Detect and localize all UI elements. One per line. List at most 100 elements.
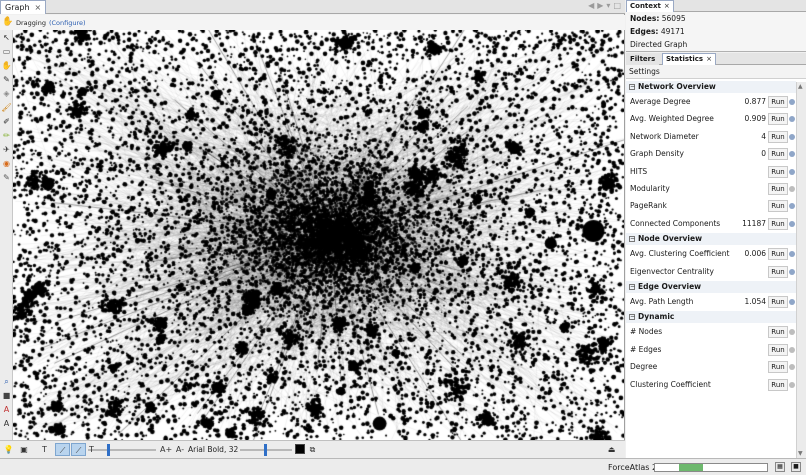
rect-select-icon[interactable]: ▭ — [1, 46, 12, 57]
text-toggle-icon[interactable]: T — [39, 443, 50, 456]
drag-hand-icon[interactable]: ✋ — [1, 60, 12, 71]
stat-name: Degree — [630, 362, 658, 372]
label-color-swatch[interactable] — [295, 444, 305, 454]
arrow-select-icon[interactable]: ↖ — [1, 32, 12, 43]
run-button[interactable]: Run — [768, 165, 788, 178]
help-icon[interactable] — [789, 151, 795, 158]
help-icon[interactable] — [789, 299, 795, 305]
run-button[interactable]: Run — [768, 326, 788, 339]
section-header[interactable]: − Dynamic — [626, 311, 796, 324]
layout-settings-icon[interactable]: ▦ — [775, 462, 785, 472]
stat-row: Eigenvector Centrality Run — [626, 264, 796, 280]
maximize-icon[interactable]: □ — [613, 1, 621, 10]
status-dot-icon — [789, 381, 795, 388]
help-icon[interactable] — [789, 268, 795, 275]
text-color-icon[interactable]: A — [1, 404, 12, 415]
run-button[interactable]: Run — [768, 113, 788, 126]
collapse-icon[interactable]: − — [629, 236, 635, 243]
run-button[interactable]: Run — [768, 248, 788, 261]
pencil-icon[interactable]: ✎ — [1, 74, 12, 85]
stat-row: Avg. Clustering Coefficient 0.006 Run — [626, 246, 796, 262]
close-icon[interactable]: × — [664, 2, 670, 10]
help-icon[interactable] — [789, 203, 795, 210]
zoom-icon[interactable]: ⌕ — [1, 376, 12, 387]
nav-left-icon[interactable]: ◀ — [588, 1, 594, 10]
run-button[interactable]: Run — [768, 96, 788, 108]
painter-icon[interactable]: ✏ — [1, 130, 12, 141]
stat-name: Avg. Weighted Degree — [630, 114, 714, 124]
shortest-path-icon[interactable]: ✈ — [1, 144, 12, 155]
run-button[interactable]: Run — [768, 148, 788, 161]
run-button[interactable]: Run — [768, 200, 788, 213]
run-button[interactable]: Run — [768, 265, 788, 278]
section-header[interactable]: − Network Overview — [626, 81, 796, 93]
run-button[interactable]: Run — [768, 296, 788, 308]
stat-row: Modularity Run — [626, 181, 796, 197]
edge-toggle-icon[interactable]: ⟋ — [55, 443, 70, 456]
font-label[interactable]: Arial Bold, 32 — [188, 443, 238, 456]
stat-row: Graph Density 0 Run — [626, 146, 796, 162]
help-icon[interactable] — [789, 133, 795, 140]
mode-bar: ✋ Dragging (Configure) — [0, 15, 625, 30]
help-icon[interactable] — [789, 99, 795, 105]
scroll-up-icon[interactable]: ▲ — [798, 83, 803, 90]
help-icon[interactable] — [789, 220, 795, 227]
eraser-icon[interactable]: ◈ — [1, 88, 12, 99]
graph-canvas[interactable] — [13, 30, 624, 440]
fit-icon[interactable]: ⧉ — [307, 443, 318, 456]
scroll-down-icon[interactable]: ▼ — [798, 450, 803, 457]
nav-menu-icon[interactable]: ▾ — [606, 1, 610, 10]
graph-canvas-area[interactable] — [13, 30, 624, 440]
tab-filters[interactable]: Filters — [626, 53, 660, 65]
font-size-increase-icon[interactable]: A+ — [160, 443, 172, 456]
layout-stop-icon[interactable]: ■ — [791, 462, 801, 472]
label-toggle-icon[interactable]: T — [86, 443, 97, 456]
settings-link[interactable]: Settings — [626, 65, 806, 79]
stat-name: Clustering Coefficient — [630, 379, 711, 389]
color-square-icon[interactable]: ■ — [1, 390, 12, 401]
edge-weight-slider-track[interactable] — [88, 449, 156, 451]
close-icon[interactable]: × — [706, 55, 712, 63]
run-button[interactable]: Run — [768, 378, 788, 391]
configure-link[interactable]: (Configure) — [49, 19, 86, 27]
help-icon[interactable] — [789, 116, 795, 123]
brush-icon[interactable]: 🖌 — [1, 102, 12, 113]
tab-statistics[interactable]: Statistics × — [662, 53, 716, 65]
help-icon[interactable] — [789, 168, 795, 175]
run-button[interactable]: Run — [768, 361, 788, 374]
heat-map-icon[interactable]: ◉ — [1, 158, 12, 169]
graph-tabbar: Graph × ◀ ▶ ▾ □ — [0, 0, 625, 14]
section-title: Network Overview — [638, 82, 716, 91]
label-size-slider-thumb[interactable] — [264, 444, 267, 456]
run-button[interactable]: Run — [768, 183, 788, 195]
nav-right-icon[interactable]: ▶ — [597, 1, 603, 10]
section-header[interactable]: − Edge Overview — [626, 281, 796, 293]
tab-graph[interactable]: Graph × — [0, 0, 47, 14]
expand-icon[interactable]: ⏏ — [606, 443, 617, 456]
run-button[interactable]: Run — [768, 130, 788, 143]
collapse-icon[interactable]: − — [629, 314, 635, 321]
stat-value: 0.909 — [744, 114, 766, 124]
edge-color-icon[interactable]: ⟋ — [71, 443, 86, 456]
edge-weight-slider-thumb[interactable] — [107, 444, 110, 456]
mode-label: Dragging — [16, 18, 46, 27]
font-size-decrease-icon[interactable]: A- — [174, 443, 186, 456]
section-header[interactable]: − Node Overview — [626, 233, 796, 246]
lightbulb-icon[interactable]: 💡 — [3, 443, 14, 456]
text-size-icon[interactable]: A — [1, 418, 12, 429]
run-button[interactable]: Run — [768, 217, 788, 230]
status-dot-icon — [789, 186, 795, 192]
tab-context[interactable]: Context × — [626, 0, 674, 12]
edge-pencil-icon[interactable]: ✐ — [1, 116, 12, 127]
stat-name: Avg. Clustering Coefficient — [630, 249, 730, 259]
collapse-icon[interactable]: − — [629, 284, 635, 290]
stats-scrollbar[interactable]: ▲ ▼ — [796, 82, 806, 458]
help-icon[interactable] — [789, 251, 795, 258]
node-pencil-icon[interactable]: ✎ — [1, 172, 12, 183]
screenshot-icon[interactable]: ▣ — [17, 443, 31, 456]
context-tabbar: Context × — [626, 0, 806, 12]
collapse-icon[interactable]: − — [629, 84, 635, 90]
run-button[interactable]: Run — [768, 343, 788, 356]
close-icon[interactable]: × — [35, 3, 42, 12]
edges-row: Edges: 49171 — [626, 25, 806, 38]
